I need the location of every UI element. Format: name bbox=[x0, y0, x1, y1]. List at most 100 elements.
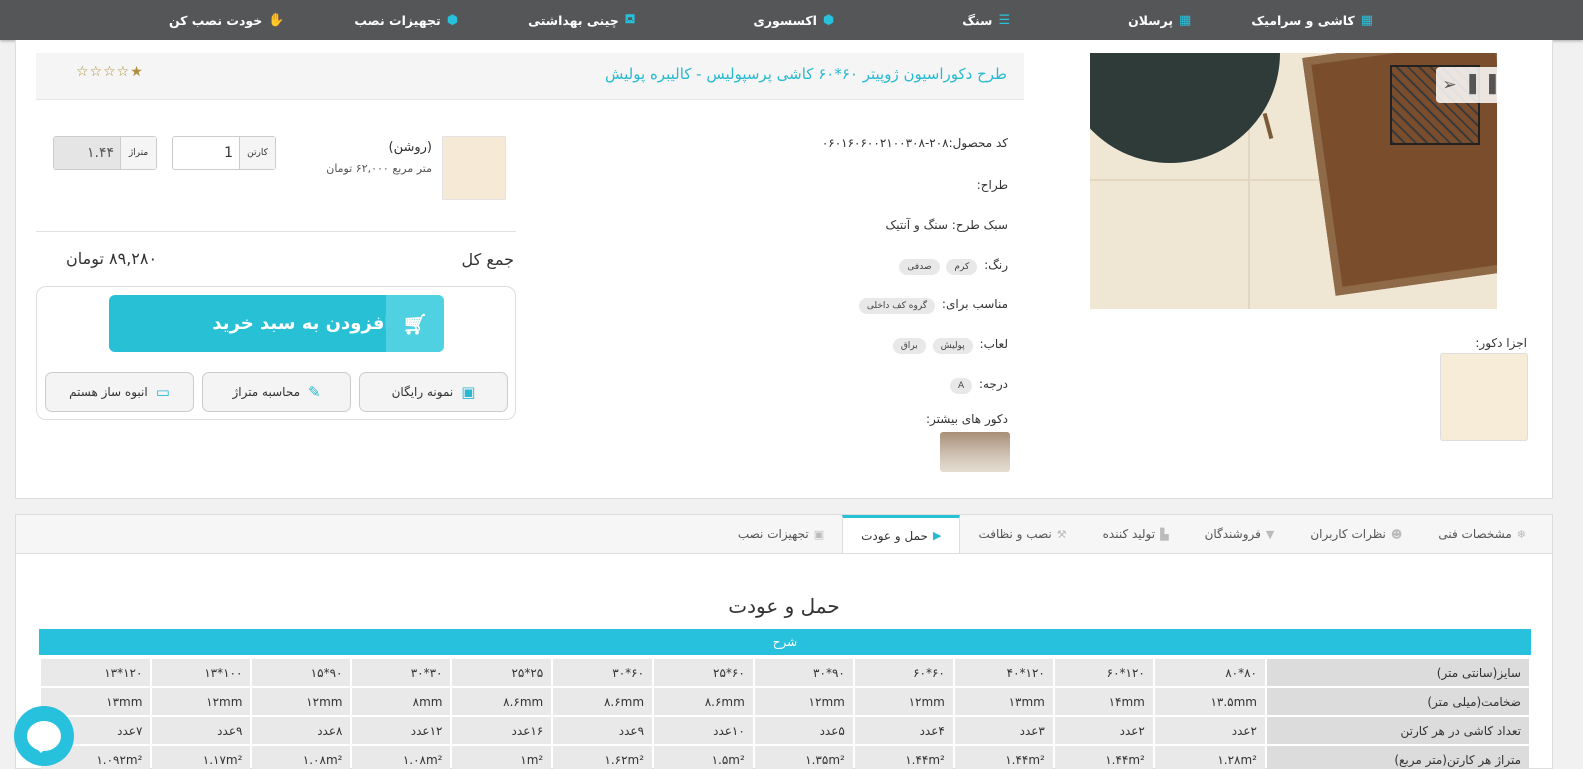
bathtub-icon: ⛾ bbox=[624, 11, 636, 27]
color-chip[interactable]: صدفی bbox=[899, 259, 940, 275]
meterage-calculator-button[interactable]: ✎ محاسبه متراژ bbox=[202, 372, 351, 412]
table-cell: ۱۲عدد bbox=[352, 717, 451, 744]
briefcase-icon: ▣ bbox=[813, 527, 825, 541]
table-cell: ۱۲۰*۴۰ bbox=[954, 659, 1053, 686]
designer: طراح: bbox=[976, 178, 1008, 192]
table-row: ضخامت(میلی متر) ۱۳.۵mm ۱۴mm ۱۳mm ۱۲mm ۱۲… bbox=[41, 688, 1529, 715]
glaze-chip[interactable]: پولیش bbox=[932, 338, 973, 354]
page: ▦ کاشی و سرامیک ▦ پرسلان ☰ سنگ ⬢ اکسسوری ⛾ چی… bbox=[0, 0, 1583, 769]
table-cell: ۱۲mm bbox=[152, 688, 251, 715]
glaze-row: لعاب: پولیش براق bbox=[892, 337, 1008, 354]
table-cell: ۸عدد bbox=[252, 717, 351, 744]
table-cell: ۱۴mm bbox=[1054, 688, 1153, 715]
table-cell: ۱۳mm bbox=[954, 688, 1053, 715]
suitable-chip[interactable]: گروه کف داخلی bbox=[858, 298, 936, 314]
grade-chip: A bbox=[949, 378, 973, 394]
nav-label: اکسسوری bbox=[753, 12, 817, 28]
glaze-chip[interactable]: براق bbox=[892, 338, 926, 354]
decor-part-thumbnail[interactable] bbox=[1440, 353, 1528, 441]
table-cell: ۱۳.۵mm bbox=[1154, 688, 1265, 715]
table-cell: ۵عدد bbox=[754, 717, 853, 744]
calculator-label: محاسبه متراژ bbox=[232, 385, 300, 399]
chat-widget-button[interactable] bbox=[14, 706, 74, 766]
hexagon-icon: ⬢ bbox=[822, 12, 835, 28]
users-icon: ☻ bbox=[1390, 527, 1403, 541]
tab-install-equipment[interactable]: ▣ تجهیزات نصب bbox=[720, 515, 842, 553]
add-to-cart-button[interactable]: 🛒︎ افزودن به سبد خرید bbox=[109, 295, 444, 352]
share-icon[interactable]: ➢ bbox=[1442, 75, 1456, 95]
tab-technical-specs[interactable]: ❄ مشخصات فنی bbox=[1420, 515, 1544, 553]
free-sample-button[interactable]: ▣ نمونه رایگان bbox=[359, 372, 508, 412]
carton-label: کارتن bbox=[239, 137, 275, 169]
variant-name: (روشن) bbox=[388, 140, 433, 155]
carton-quantity-field[interactable]: کارتن 1 bbox=[172, 136, 276, 170]
table-cell: ۱.۱۷m² bbox=[152, 746, 251, 769]
tab-shipping-returns[interactable]: ▶ حمل و عودت bbox=[842, 515, 961, 553]
table-cell: ۶۰*۲۵ bbox=[654, 659, 753, 686]
chat-icon bbox=[27, 721, 61, 753]
nav-item-stone[interactable]: ☰ سنگ bbox=[962, 13, 1010, 28]
cart-icon: ▼ bbox=[1265, 527, 1275, 541]
decor-parts-label: اجزا دکور: bbox=[1475, 336, 1527, 350]
meterage-value: ۱.۴۴ bbox=[54, 137, 120, 169]
briefcase-icon: ▭ bbox=[155, 383, 170, 401]
tab-sellers[interactable]: ▼ فروشندگان bbox=[1187, 515, 1293, 553]
table-cell: ۳۰*۳۰ bbox=[352, 659, 451, 686]
tab-manufacturer[interactable]: ▙ تولید کننده bbox=[1085, 515, 1187, 553]
tab-label: تولید کننده bbox=[1102, 527, 1156, 541]
table-cell: ۸۰*۸۰ bbox=[1154, 659, 1265, 686]
color-label: رنگ: bbox=[984, 258, 1008, 272]
glaze-label: لعاب: bbox=[979, 337, 1008, 351]
color-chip[interactable]: کرم bbox=[946, 259, 978, 275]
carton-value[interactable]: 1 bbox=[173, 137, 239, 169]
row-header: ضخامت(میلی متر) bbox=[1267, 688, 1529, 715]
nav-label: کاشی و سرامیک bbox=[1251, 12, 1355, 28]
product-card: ▐▌ ➢ اجزا دکور: طرح دکوراسیون ژوپیتر ۶۰*… bbox=[15, 40, 1553, 499]
table-row: تعداد کاشی در هر کارتن ۲عدد ۲عدد ۳عدد ۴ع… bbox=[41, 717, 1529, 744]
nav-item-install-equipment[interactable]: ⬢ تجهیزات نصب bbox=[354, 13, 458, 28]
grade-label: درجه: bbox=[978, 377, 1008, 391]
table-cell: ۱۲mm bbox=[252, 688, 351, 715]
product-title: طرح دکوراسیون ژوپیتر ۶۰*۶۰ کاشی پرسپولیس… bbox=[605, 65, 1007, 83]
table-cell: ۱۲mm bbox=[754, 688, 853, 715]
compare-icon[interactable]: ▐▌ bbox=[1469, 75, 1495, 95]
image-tools: ▐▌ ➢ bbox=[1436, 67, 1502, 103]
meterage-field: متراژ ۱.۴۴ bbox=[53, 136, 157, 170]
total-value: ۸۹,۲۸۰ تومان bbox=[66, 249, 158, 268]
rating-stars[interactable]: ☆☆☆☆★ bbox=[76, 64, 144, 80]
ruler-icon: ✎ bbox=[308, 383, 321, 401]
nav-label: خودت نصب کن bbox=[168, 12, 263, 28]
truck-icon: ▶ bbox=[932, 529, 942, 542]
more-decor-thumbnail[interactable] bbox=[940, 432, 1010, 472]
nav-item-porcelain[interactable]: ▦ پرسلان bbox=[1128, 13, 1191, 28]
row-header: متراژ هر کارتن(متر مربع) bbox=[1267, 746, 1529, 769]
hand-icon: ✋ bbox=[268, 12, 285, 28]
tab-installation[interactable]: ⚒ نصب و نظافت bbox=[960, 515, 1084, 553]
nav-item-tiles[interactable]: ▦ کاشی و سرامیک bbox=[1251, 13, 1373, 28]
nav-item-accessory[interactable]: ⬢ اکسسوری bbox=[753, 13, 834, 28]
nav-item-sanitary[interactable]: ⛾ چینی بهداشتی bbox=[528, 12, 635, 29]
hexagon-icon: ⬢ bbox=[446, 12, 459, 28]
suitable-label: مناسب برای: bbox=[941, 297, 1008, 311]
bulk-builder-button[interactable]: ▭ انبوه ساز هستم bbox=[45, 372, 194, 412]
table-cell: ۱۲۰*۶۰ bbox=[1054, 659, 1153, 686]
table-row: سایز(سانتی متر) ۸۰*۸۰ ۱۲۰*۶۰ ۱۲۰*۴۰ ۶۰*۶… bbox=[41, 659, 1529, 686]
nav-label: سنگ bbox=[962, 12, 993, 28]
box-icon: ▣ bbox=[461, 383, 476, 401]
table-cell: ۱.۴۴m² bbox=[954, 746, 1053, 769]
table-cell: ۱.۵m² bbox=[654, 746, 753, 769]
table-cell: ۲عدد bbox=[1154, 717, 1265, 744]
table-cell: ۱.۰۸m² bbox=[352, 746, 451, 769]
divider bbox=[36, 231, 516, 232]
tab-content: حمل و عودت شرح سایز(سانتی متر) ۸۰*۸۰ ۱۲۰… bbox=[15, 554, 1553, 769]
tab-user-reviews[interactable]: ☻ نظرات کاربران bbox=[1292, 515, 1420, 553]
snowflake-icon: ❄ bbox=[1516, 527, 1526, 541]
bulk-label: انبوه ساز هستم bbox=[69, 385, 148, 399]
nav-item-diy[interactable]: ✋ خودت نصب کن bbox=[169, 13, 284, 28]
table-cell: ۲عدد bbox=[1054, 717, 1153, 744]
table-row: متراژ هر کارتن(متر مربع) ۱.۲۸m² ۱.۴۴m² ۱… bbox=[41, 746, 1529, 769]
total-label: جمع کل bbox=[461, 250, 514, 269]
design-style: سبک طرح: سنگ و آنتیک bbox=[885, 218, 1008, 232]
row-header: سایز(سانتی متر) bbox=[1267, 659, 1529, 686]
purchase-box: 🛒︎ افزودن به سبد خرید ▣ نمونه رایگان ✎ محا… bbox=[36, 286, 516, 420]
